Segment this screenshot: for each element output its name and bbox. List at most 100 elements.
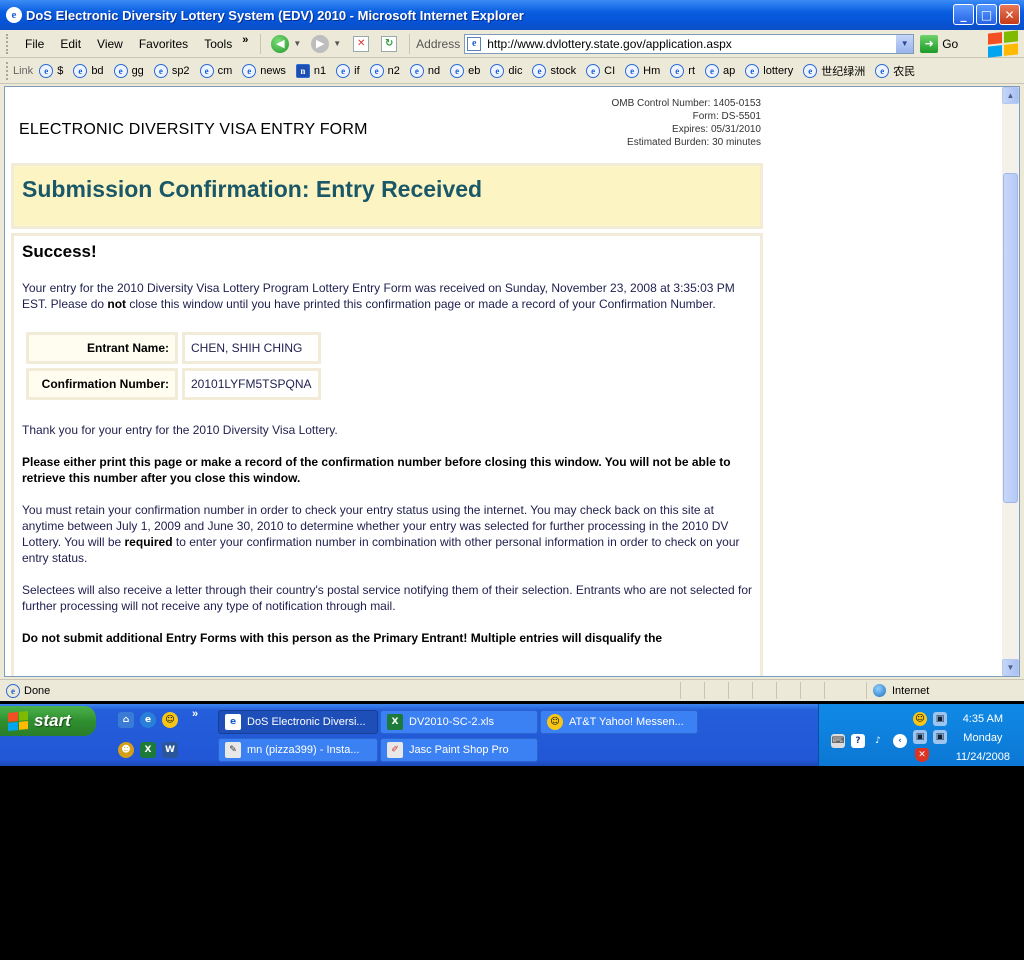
excel-task-icon: X	[387, 714, 403, 730]
ie-link-icon: e	[803, 63, 818, 78]
link-item[interactable]: e 世纪绿洲	[803, 63, 865, 79]
toolbar-grip[interactable]	[6, 61, 9, 80]
help-icon[interactable]: ?	[851, 734, 865, 748]
close-button[interactable]: ✕	[999, 4, 1020, 25]
omb-info: OMB Control Number: 1405-0153 Form: DS-5…	[611, 98, 761, 148]
ie-link-icon: e	[625, 63, 640, 78]
back-dropdown-icon[interactable]: ▼	[293, 39, 301, 48]
taskbar: start ⌂ e ☺ » ☻ X W e DoS Electronic Div…	[0, 704, 1024, 766]
security-zone[interactable]: Internet	[866, 682, 929, 699]
excel-icon[interactable]: X	[140, 742, 156, 758]
ie-link-icon: e	[490, 63, 505, 78]
vertical-scrollbar[interactable]: ▲ ▼	[1002, 87, 1019, 676]
keyboard-icon[interactable]: ⌨	[831, 734, 845, 748]
page-status-icon: e	[6, 683, 20, 698]
toolbar-separator	[260, 33, 262, 54]
warning-paragraph: Please either print this page or make a …	[22, 455, 731, 485]
task-paint-shop-pro[interactable]: ✐ Jasc Paint Shop Pro	[380, 738, 538, 762]
link-item[interactable]: e ap	[705, 63, 735, 78]
forward-button[interactable]: ▶	[311, 34, 330, 53]
maximize-button[interactable]: □	[976, 4, 997, 25]
yahoo-tray-icon[interactable]: ☺	[913, 712, 927, 726]
scroll-down-button[interactable]: ▼	[1002, 659, 1019, 676]
link-item[interactable]: e Hm	[625, 63, 660, 78]
window-controls: _ □ ✕	[953, 4, 1020, 25]
thanks-paragraph: Thank you for your entry for the 2010 Di…	[22, 423, 338, 437]
stop-button[interactable]: ✕	[353, 35, 370, 52]
ie-link-icon: e	[336, 63, 351, 78]
ie-link-icon: e	[532, 63, 547, 78]
quick-launch-row-1: ⌂ e ☺	[118, 712, 178, 728]
link-item[interactable]: e if	[336, 63, 360, 78]
quick-launch-chevron-icon[interactable]: »	[192, 708, 198, 720]
scroll-thumb[interactable]	[1003, 173, 1018, 503]
link-item[interactable]: e cm	[199, 63, 232, 78]
link-item[interactable]: e dic	[490, 63, 522, 78]
refresh-button[interactable]: ↻	[381, 35, 398, 52]
ie-quicklaunch-icon[interactable]: e	[140, 712, 156, 728]
title-bar[interactable]: e DoS Electronic Diversity Lottery Syste…	[0, 0, 1024, 30]
menu-tools[interactable]: Tools	[196, 37, 240, 51]
toolbar-separator	[409, 33, 411, 54]
status-panes	[680, 682, 848, 699]
ie-link-icon: e	[199, 63, 214, 78]
toolbar-grip[interactable]	[6, 33, 9, 54]
task-ie[interactable]: e DoS Electronic Diversi...	[218, 710, 378, 734]
link-item[interactable]: e news	[242, 63, 286, 78]
link-item[interactable]: e bd	[73, 63, 104, 78]
link-item[interactable]: e n2	[369, 63, 400, 78]
menu-view[interactable]: View	[89, 37, 131, 51]
menu-file[interactable]: File	[17, 37, 52, 51]
form-header: ELECTRONIC DIVERSITY VISA ENTRY FORM OMB…	[11, 93, 763, 159]
system-tray: ⌨ ? ♪ ‹ ☺ ▣ ▣ ▣ ✕ 4:35 AM Monday 11/24/2…	[818, 704, 1024, 766]
volume-icon[interactable]: ♪	[871, 734, 885, 748]
links-bar: Link e $ e bd e gg e sp2 e cm e news n n1 e if e…	[0, 58, 1024, 84]
ie-link-icon: e	[153, 63, 168, 78]
ie-link-icon: e	[875, 63, 890, 78]
desktop-icon[interactable]: ⌂	[118, 712, 134, 728]
link-item[interactable]: e gg	[113, 63, 144, 78]
network-connections-icon[interactable]: ▣	[913, 730, 927, 744]
minimize-button[interactable]: _	[953, 4, 974, 25]
lan-icon[interactable]: ▣	[933, 730, 947, 744]
link-item[interactable]: e lottery	[745, 63, 793, 78]
paint-task-icon: ✐	[387, 742, 403, 758]
word-icon[interactable]: W	[162, 742, 178, 758]
start-button[interactable]: start	[0, 706, 96, 736]
menu-edit[interactable]: Edit	[52, 37, 89, 51]
address-label: Address	[416, 36, 461, 51]
menu-overflow-chevron-icon[interactable]: »	[242, 34, 248, 46]
link-item[interactable]: e eb	[450, 63, 480, 78]
link-item[interactable]: n n1	[295, 63, 326, 78]
menu-favorites[interactable]: Favorites	[131, 37, 196, 51]
browser-window: e DoS Electronic Diversity Lottery Syste…	[0, 0, 1024, 701]
task-yahoo-messenger[interactable]: ☺ AT&T Yahoo! Messen...	[540, 710, 698, 734]
address-input[interactable]	[485, 35, 886, 52]
link-item[interactable]: e nd	[409, 63, 440, 78]
address-bar[interactable]: e ▼	[464, 33, 915, 54]
selectees-paragraph: Selectees will also receive a letter thr…	[22, 583, 752, 613]
address-dropdown-icon[interactable]: ▼	[896, 34, 914, 53]
page-viewport[interactable]: ELECTRONIC DIVERSITY VISA ENTRY FORM OMB…	[4, 86, 1020, 677]
link-item[interactable]: e $	[39, 63, 63, 78]
link-item[interactable]: e rt	[670, 63, 695, 78]
link-item[interactable]: e sp2	[153, 63, 190, 78]
tray-expand-chevron-icon[interactable]: ‹	[893, 734, 907, 748]
link-item[interactable]: e stock	[532, 63, 576, 78]
link-item[interactable]: e CI	[586, 63, 615, 78]
entry-info-table: Entrant Name: CHEN, SHIH CHING Confirmat…	[22, 328, 325, 404]
app-icon[interactable]: ☻	[118, 742, 134, 758]
back-button[interactable]: ◀	[271, 34, 290, 53]
task-instant-message[interactable]: ✎ mn (pizza399) - Insta...	[218, 738, 378, 762]
messenger-icon[interactable]: ☺	[162, 712, 178, 728]
ie-link-icon: e	[450, 63, 465, 78]
task-excel[interactable]: X DV2010-SC-2.xls	[380, 710, 538, 734]
go-button[interactable]: ➜ Go	[920, 34, 958, 53]
network-icon[interactable]: ▣	[933, 712, 947, 726]
forward-dropdown-icon[interactable]: ▼	[333, 39, 341, 48]
status-text: Done	[24, 684, 51, 697]
clock[interactable]: 4:35 AM Monday 11/24/2008	[956, 710, 1010, 767]
link-item[interactable]: e 农民	[875, 63, 915, 79]
scroll-up-button[interactable]: ▲	[1002, 87, 1019, 104]
security-shield-icon[interactable]: ✕	[915, 748, 929, 762]
